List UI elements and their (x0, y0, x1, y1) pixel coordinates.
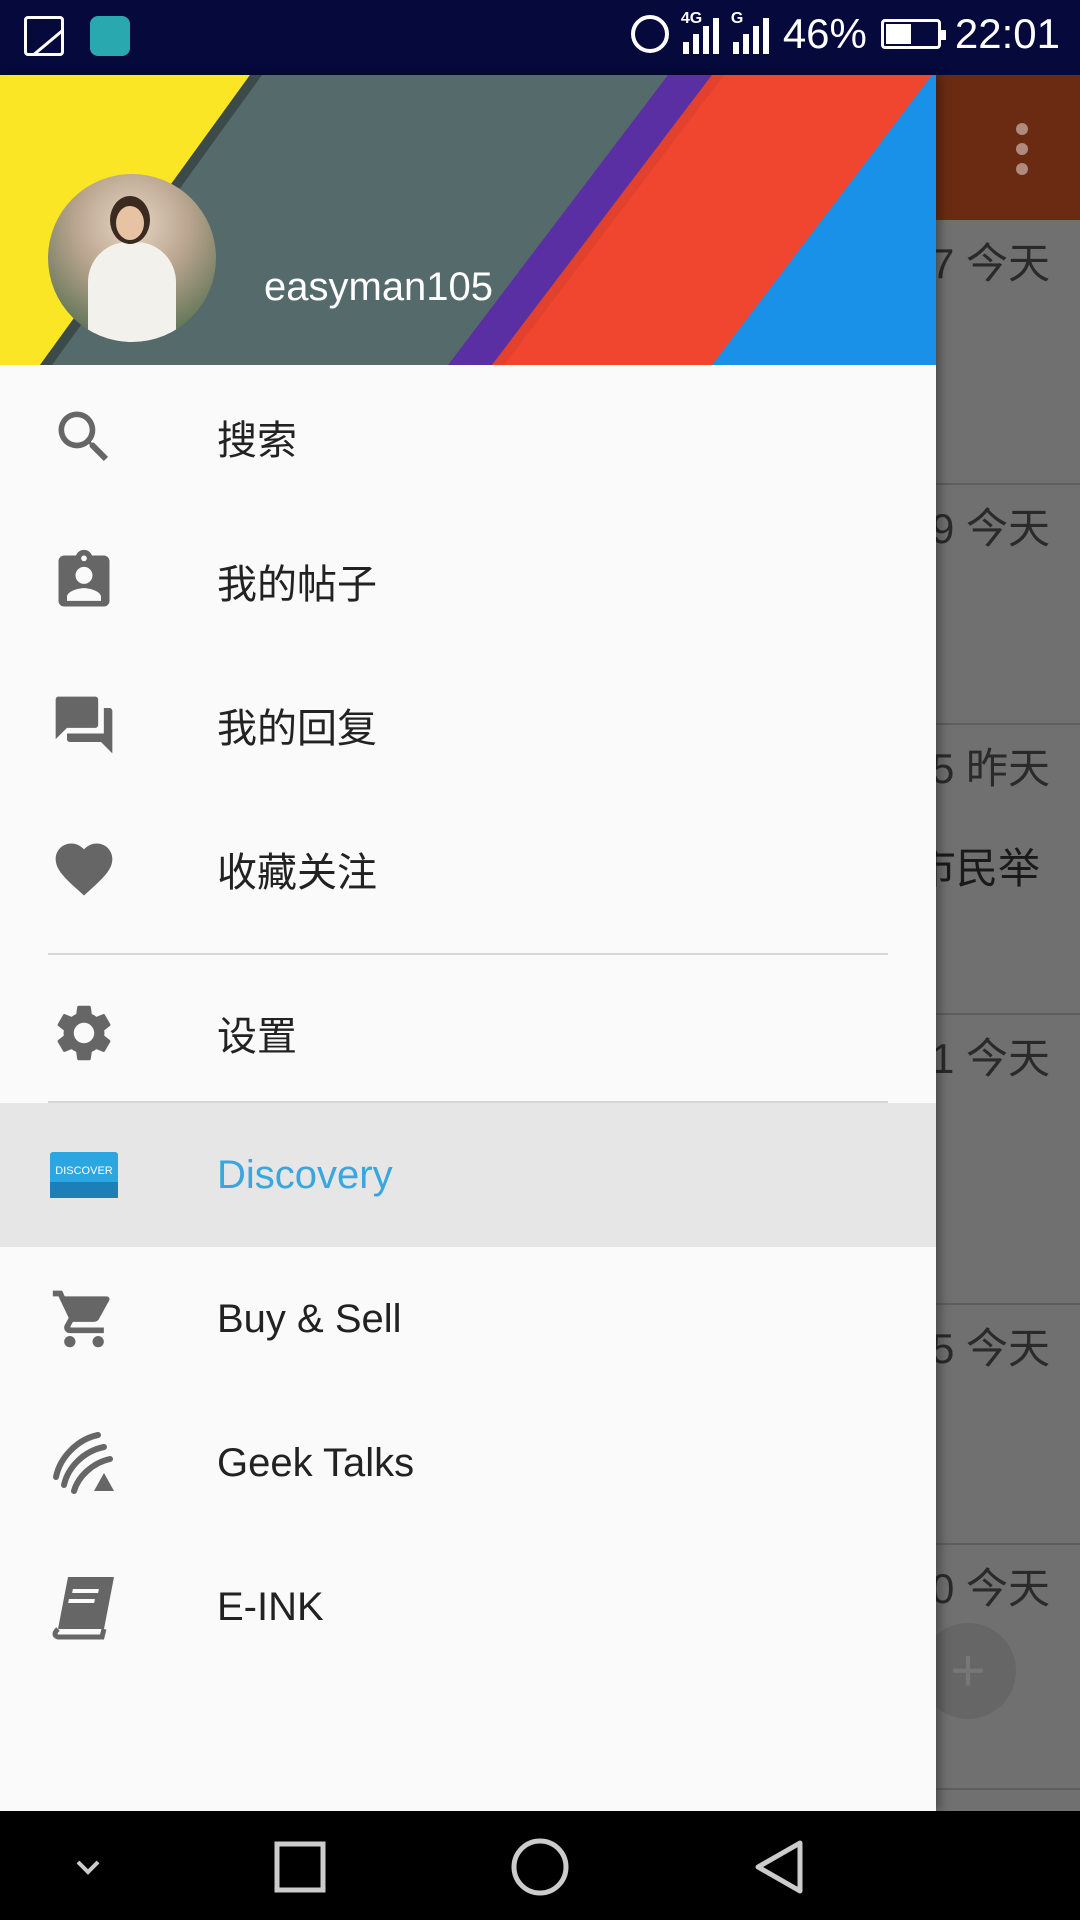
menu-item-label: Buy & Sell (217, 1296, 402, 1341)
svg-text:DISCOVER: DISCOVER (55, 1165, 113, 1177)
list-item-date: 5 今天 (930, 1325, 1050, 1372)
navigation-drawer: easyman105 搜索 我的帖子 我的回复 收藏关注 设置 DISCOVER… (0, 75, 936, 1811)
board-item-e-ink[interactable]: E-INK (0, 1535, 936, 1679)
status-bar: 4G G 46% 22:01 (0, 0, 1080, 75)
menu-item-label: 设置 (217, 1015, 297, 1059)
assignment-ind-icon (50, 547, 118, 615)
avatar[interactable] (48, 174, 216, 342)
recents-button[interactable] (270, 1837, 330, 1897)
search-icon (50, 403, 118, 471)
menu-item-label: E-INK (217, 1584, 324, 1629)
menu-item-favorites[interactable]: 收藏关注 (0, 797, 936, 941)
list-item[interactable]: 1 今天 (931, 1015, 1080, 1305)
menu-item-label: 我的回复 (217, 707, 377, 751)
signal-icon-1: 4G (681, 10, 719, 54)
gear-icon (50, 999, 118, 1067)
clock: 22:01 (954, 10, 1060, 57)
menu-item-label: 我的帖子 (217, 563, 377, 607)
board-item-discovery[interactable]: DISCOVER Discovery (0, 1103, 936, 1247)
menu-item-label: 搜索 (217, 419, 297, 463)
list-item-date: 5 昨天 (930, 745, 1050, 792)
signal-icon-2: G (731, 10, 769, 54)
heart-icon (50, 835, 118, 903)
divider (48, 953, 888, 955)
board-item-buy-sell[interactable]: Buy & Sell (0, 1247, 936, 1391)
battery-percent: 46% (782, 10, 867, 57)
app-notification-icon (90, 16, 130, 56)
drawer-menu: 搜索 我的帖子 我的回复 收藏关注 设置 DISCOVER Discovery … (0, 365, 936, 1679)
list-item-date: 9 今天 (930, 505, 1050, 552)
discover-card-icon: DISCOVER (50, 1141, 118, 1209)
geek-talks-icon (50, 1429, 118, 1497)
list-item[interactable]: 7 今天 (931, 220, 1080, 485)
book-icon (50, 1573, 118, 1641)
alarm-icon (630, 15, 669, 53)
menu-item-label: Discovery (217, 1152, 393, 1197)
drawer-header: easyman105 (0, 75, 936, 365)
network-type-1: 4G (680, 10, 703, 27)
forum-icon (50, 691, 118, 759)
battery-icon (880, 19, 946, 49)
menu-item-my-posts[interactable]: 我的帖子 (0, 509, 936, 653)
menu-item-my-replies[interactable]: 我的回复 (0, 653, 936, 797)
list-item-date: 0 今天 (930, 1565, 1050, 1612)
network-type-2: G (730, 10, 744, 27)
gallery-notification-icon (24, 16, 64, 56)
list-item-date: 1 今天 (930, 1035, 1050, 1082)
list-item[interactable]: 9 今天 (931, 485, 1080, 725)
board-item-geek-talks[interactable]: Geek Talks (0, 1391, 936, 1535)
menu-item-label: 收藏关注 (217, 851, 377, 895)
home-button[interactable] (510, 1837, 570, 1897)
list-item-date: 7 今天 (930, 240, 1050, 287)
system-navigation-bar (0, 1811, 1080, 1920)
list-item[interactable]: 5 昨天 市民举 (914, 725, 1080, 1015)
back-button[interactable] (750, 1837, 810, 1897)
cart-icon (50, 1285, 118, 1353)
menu-item-settings[interactable]: 设置 (0, 967, 936, 1099)
more-options-icon[interactable] (1016, 123, 1030, 183)
menu-item-label: Geek Talks (217, 1440, 415, 1485)
menu-item-search[interactable]: 搜索 (0, 365, 936, 509)
list-item[interactable]: 5 今天 (931, 1305, 1080, 1545)
username[interactable]: easyman105 (264, 265, 493, 310)
hide-nav-button[interactable] (58, 1837, 118, 1897)
